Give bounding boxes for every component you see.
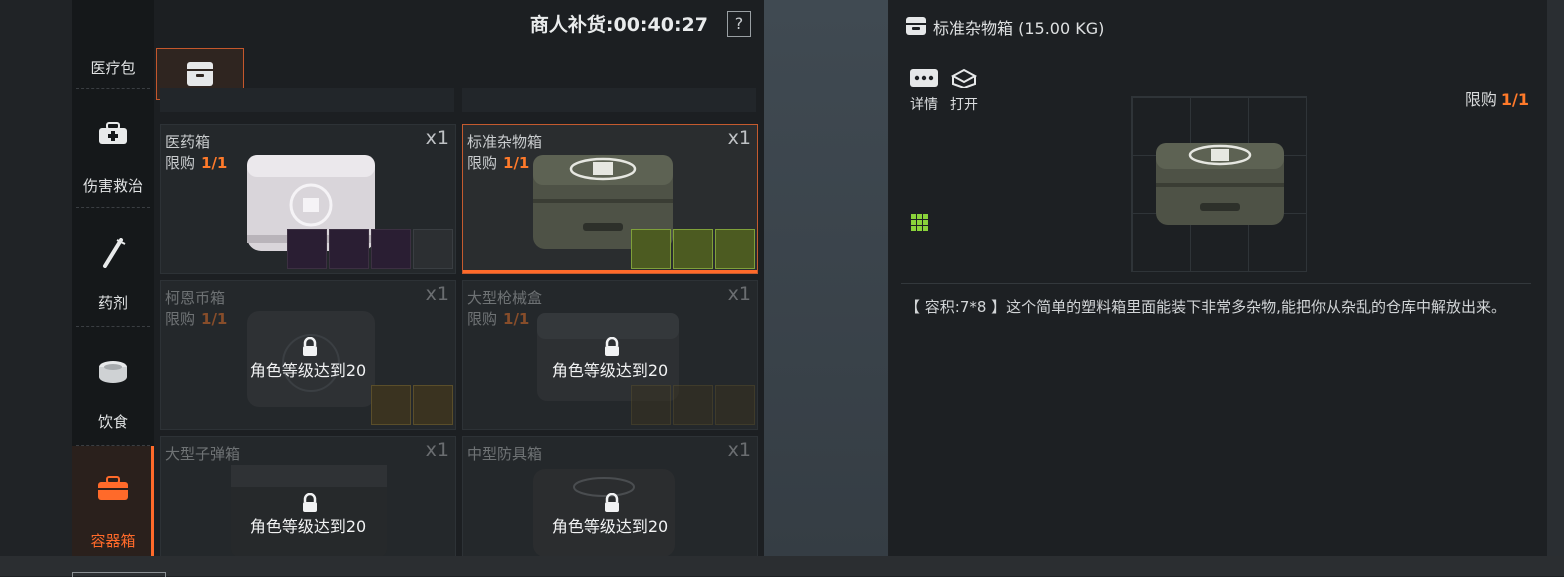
syringe-icon: [103, 238, 126, 268]
reward-item-slot[interactable]: [631, 385, 671, 425]
container-box-icon: [187, 62, 213, 86]
sidebar-item-label: 饮食: [97, 413, 128, 431]
reward-item-slot[interactable]: [371, 229, 411, 269]
lock-requirement: 角色等级达到20: [551, 361, 669, 380]
category-sidebar: 医疗包 伤害救治 药剂 饮食 容器箱: [72, 0, 154, 556]
open-button[interactable]: 打开: [947, 68, 981, 114]
details-icon: [910, 69, 938, 87]
help-button[interactable]: ?: [727, 11, 751, 37]
item-name: 医药箱: [165, 133, 211, 151]
container-box-icon: [906, 17, 926, 35]
open-box-icon: [950, 68, 978, 90]
item-name: 柯恩币箱: [165, 289, 226, 307]
sidebar-item-potions[interactable]: 药剂: [72, 208, 154, 326]
standard-box-preview: [1156, 143, 1284, 225]
item-detail-panel: 标准杂物箱 (15.00 KG) 详情 打开 限购 1/1 【 容积:7*8 】这…: [889, 0, 1547, 556]
sidebar-item-medkit[interactable]: 医疗包: [72, 0, 154, 88]
shop-panel: 商人补货:00:40:27 ? 医疗包 伤害救治 药剂 饮食 容器箱 医药箱 限…: [72, 0, 764, 556]
item-quantity: x1: [727, 283, 751, 305]
lock-icon: [303, 337, 317, 356]
sidebar-item-label: 容器箱: [90, 532, 136, 550]
item-name: 中型防具箱: [467, 445, 543, 463]
item-name: 大型枪械盒: [467, 289, 543, 307]
grid-size-icon: [911, 214, 928, 231]
reward-item-slot[interactable]: [673, 385, 713, 425]
item-card-gun-case[interactable]: 大型枪械盒 限购 1/1 x1 角色等级达到20: [462, 280, 758, 430]
previous-row-card: [160, 88, 454, 112]
item-quantity: x1: [425, 127, 449, 149]
reward-item-slot[interactable]: [413, 229, 453, 269]
details-button[interactable]: 详情: [907, 68, 941, 114]
sidebar-item-label: 药剂: [97, 294, 128, 312]
item-quantity: x1: [727, 127, 751, 149]
reward-item-slot[interactable]: [371, 385, 411, 425]
item-description: 【 容积:7*8 】这个简单的塑料箱里面能装下非常多杂物,能把你从杂乱的仓库中解…: [905, 298, 1506, 316]
item-card-standard-box[interactable]: 标准杂物箱 限购 1/1 x1: [462, 124, 758, 274]
reward-item-slot[interactable]: [413, 385, 453, 425]
food-can-icon: [99, 361, 127, 383]
item-card-coin-box[interactable]: 柯恩币箱 限购 1/1 x1 角色等级达到20: [160, 280, 456, 430]
item-title: 标准杂物箱 (15.00 KG): [933, 19, 1105, 38]
reward-item-slot[interactable]: [673, 229, 713, 269]
first-aid-bag-icon: [99, 122, 127, 144]
lock-icon: [303, 493, 317, 512]
inventory-size-grid: [1131, 96, 1307, 272]
item-quantity: x1: [425, 283, 449, 305]
bottom-bar: [0, 556, 1564, 576]
lock-icon: [605, 493, 619, 512]
bottom-tab[interactable]: [72, 572, 166, 577]
purchase-limit: 限购 1/1: [467, 310, 530, 328]
lock-requirement: 角色等级达到20: [249, 361, 367, 380]
sidebar-item-wound-care[interactable]: 伤害救治: [72, 89, 154, 207]
sidebar-item-food[interactable]: 饮食: [72, 327, 154, 445]
item-quantity: x1: [425, 439, 449, 461]
purchase-limit: 限购 1/1: [165, 154, 228, 172]
purchase-limit: 限购 1/1: [165, 310, 228, 328]
item-quantity: x1: [727, 439, 751, 461]
sidebar-item-label: 伤害救治: [82, 177, 143, 195]
details-label: 详情: [910, 97, 938, 113]
left-edge-strip: [0, 0, 72, 556]
sidebar-item-containers[interactable]: 容器箱: [72, 446, 154, 556]
purchase-limit: 限购 1/1: [467, 154, 530, 172]
selected-underline: [463, 270, 757, 273]
reward-item-slot[interactable]: [631, 229, 671, 269]
container-box-icon: [98, 476, 128, 500]
sidebar-item-label: 医疗包: [90, 59, 136, 77]
open-label: 打开: [950, 97, 978, 113]
reward-item-slot[interactable]: [287, 229, 327, 269]
detail-divider: [901, 283, 1531, 284]
item-card-medicine-box[interactable]: 医药箱 限购 1/1 x1: [160, 124, 456, 274]
previous-row-card: [462, 88, 756, 112]
reward-item-slot[interactable]: [715, 229, 755, 269]
item-card-armor-box[interactable]: 中型防具箱 x1 角色等级达到20: [462, 436, 758, 556]
reward-item-slot[interactable]: [715, 385, 755, 425]
restock-timer: 商人补货:00:40:27: [529, 14, 708, 36]
lock-requirement: 角色等级达到20: [551, 517, 669, 536]
panel-divider-area: [764, 0, 888, 556]
purchase-limit: 限购 1/1: [1464, 90, 1529, 109]
item-card-ammo-box[interactable]: 大型子弹箱 x1 角色等级达到20: [160, 436, 456, 556]
lock-requirement: 角色等级达到20: [249, 517, 367, 536]
reward-item-slot[interactable]: [329, 229, 369, 269]
right-edge-strip: [1547, 0, 1564, 556]
lock-icon: [605, 337, 619, 356]
